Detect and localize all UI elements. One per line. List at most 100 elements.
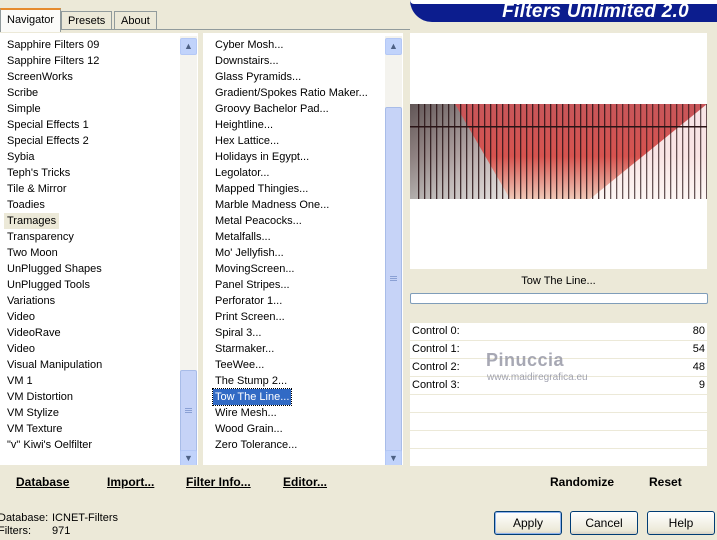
category-item[interactable]: Two Moon [7,245,58,261]
category-item[interactable]: Sapphire Filters 12 [7,53,99,69]
category-item[interactable]: Sapphire Filters 09 [7,37,99,53]
tab-presets[interactable]: Presets [61,11,113,30]
preview-stripe [490,104,492,199]
preview-stripe [628,104,630,199]
category-item[interactable]: Visual Manipulation [7,357,102,373]
category-item[interactable]: VM Stylize [7,405,59,421]
category-item[interactable]: Transparency [7,229,74,245]
filter-item[interactable]: Hex Lattice... [215,133,279,149]
preview-stripe [568,104,570,199]
category-item[interactable]: VM Distortion [7,389,73,405]
filter-item[interactable]: Mo' Jellyfish... [215,245,284,261]
filter-item[interactable]: Metalfalls... [215,229,271,245]
category-list[interactable]: Sapphire Filters 09 Sapphire Filters 12 Sc… [0,33,198,465]
database-button[interactable]: Database [16,474,69,490]
filter-item[interactable]: Groovy Bachelor Pad... [215,101,329,117]
filter-item[interactable]: Marble Madness One... [215,197,329,213]
scroll-up-icon[interactable]: ▲ [180,38,197,55]
filter-info-button[interactable]: Filter Info... [186,474,251,490]
category-item[interactable]: Video [7,309,35,325]
preview-stripe [484,104,486,199]
preview-stripe [640,104,642,199]
randomize-button[interactable]: Randomize [550,474,614,490]
filter-item[interactable]: Glass Pyramids... [215,69,301,85]
category-item[interactable]: VideoRave [7,325,61,341]
filter-item[interactable]: Wood Grain... [215,421,283,437]
category-item[interactable]: Sybia [7,149,35,165]
empty-control-row [410,431,707,449]
category-item[interactable]: Tile & Mirror [7,181,66,197]
preview-stripe [646,104,648,199]
preview-stripe [430,104,432,199]
preview-stripe [604,104,606,199]
category-item[interactable]: VM Texture [7,421,62,437]
filter-item[interactable]: Gradient/Spokes Ratio Maker... [215,85,368,101]
app-banner: Filters Unlimited 2.0 [410,0,717,22]
controls-panel[interactable]: Control 0: 80 Control 1: 54 Control 2: 4… [410,323,707,467]
preview-stripe [670,104,672,199]
preview-stripe [478,104,480,199]
filter-item[interactable]: Spiral 3... [215,325,261,341]
control-value: 48 [692,361,705,373]
editor-button[interactable]: Editor... [283,474,327,490]
empty-control-row [410,395,707,413]
filter-item[interactable]: MovingScreen... [215,261,294,277]
filter-item[interactable]: Wire Mesh... [215,405,277,421]
category-item[interactable]: VM 1 [7,373,33,389]
category-item[interactable]: "v" Kiwi's Oelfilter [7,437,92,453]
import-button[interactable]: Import... [107,474,154,490]
reset-button[interactable]: Reset [649,474,682,490]
filter-item[interactable]: Downstairs... [215,53,279,69]
category-item[interactable]: Special Effects 2 [7,133,89,149]
filter-item[interactable]: Heightline... [215,117,273,133]
scroll-up-icon[interactable]: ▲ [385,38,402,55]
cancel-button[interactable]: Cancel [570,511,638,535]
apply-button[interactable]: Apply [494,511,562,535]
preview-stripe [538,104,540,199]
help-button[interactable]: Help [647,511,715,535]
scroll-thumb[interactable] [385,107,402,453]
control-value: 54 [692,343,705,355]
preview-stripe [694,104,696,199]
filter-item[interactable]: TeeWee... [215,357,264,373]
filter-item[interactable]: Metal Peacocks... [215,213,302,229]
preview-stripe [664,104,666,199]
category-item[interactable]: Scribe [7,85,38,101]
tab-navigator[interactable]: Navigator [0,8,62,32]
preview-stripe [514,104,516,199]
filter-item[interactable]: Cyber Mosh... [215,37,283,53]
category-item[interactable]: Simple [7,101,41,117]
filter-list[interactable]: Cyber Mosh... Downstairs... Glass Pyramids… [203,33,403,465]
category-item[interactable]: Tramages [4,213,60,229]
category-item[interactable]: UnPlugged Tools [7,277,90,293]
filter-item[interactable]: Starmaker... [215,341,274,357]
filter-item[interactable]: Zero Tolerance... [215,437,297,453]
filter-item[interactable]: Perforator 1... [215,293,282,309]
filter-item[interactable]: Holidays in Egypt... [215,149,309,165]
category-item[interactable]: UnPlugged Shapes [7,261,102,277]
control-value: 9 [698,379,705,391]
filter-item[interactable]: Mapped Thingies... [215,181,308,197]
preview-stripe [520,104,522,199]
tab-about[interactable]: About [114,11,157,30]
control-0-slider[interactable]: Control 0: 80 [410,323,707,341]
category-item[interactable]: Video [7,341,35,357]
filter-item[interactable]: Legolator... [215,165,269,181]
category-item[interactable]: ScreenWorks [7,69,73,85]
filter-item[interactable]: The Stump 2... [215,373,287,389]
scroll-down-icon[interactable]: ▼ [180,450,197,465]
progress-bar [410,293,708,304]
filter-item[interactable]: Panel Stripes... [215,277,290,293]
category-item[interactable]: Variations [7,293,55,309]
filter-item[interactable]: Tow The Line... [211,388,293,406]
scroll-down-icon[interactable]: ▼ [385,450,402,465]
preview-stripe [688,104,690,199]
scroll-thumb[interactable] [180,370,197,454]
filter-scrollbar[interactable]: ▲ ▼ [385,36,402,465]
preview-stripe [616,104,618,199]
category-scrollbar[interactable]: ▲ ▼ [180,36,197,465]
category-item[interactable]: Special Effects 1 [7,117,89,133]
category-item[interactable]: Toadies [7,197,45,213]
filter-item[interactable]: Print Screen... [215,309,285,325]
category-item[interactable]: Teph's Tricks [7,165,70,181]
